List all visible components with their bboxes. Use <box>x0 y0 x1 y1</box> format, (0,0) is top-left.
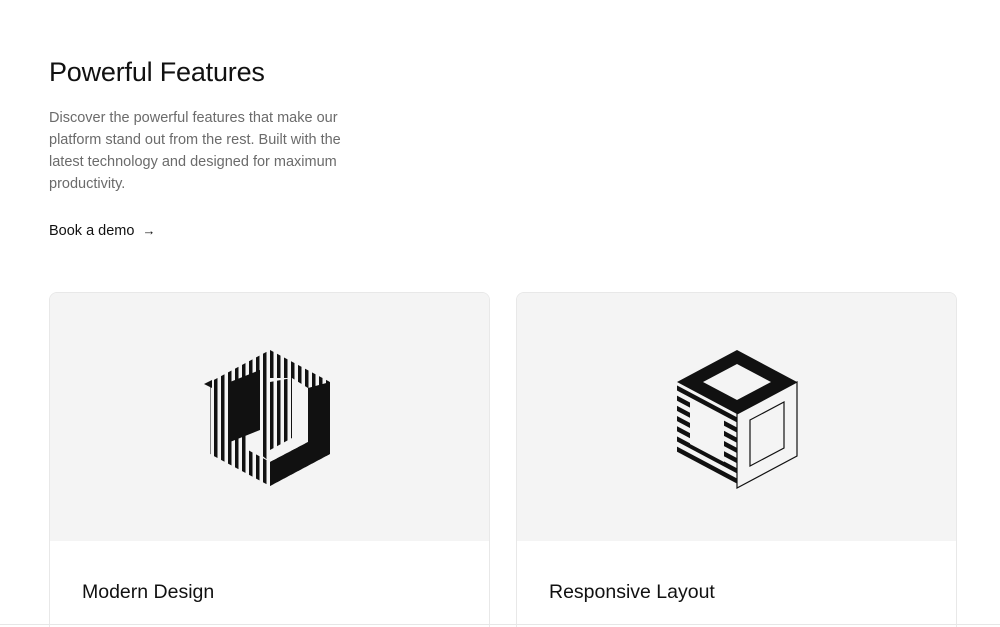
feature-card-modern-design[interactable]: Modern Design <box>49 292 490 627</box>
book-demo-label: Book a demo <box>49 223 135 239</box>
feature-card-responsive-layout[interactable]: Responsive Layout <box>516 292 957 627</box>
isometric-cube-illustration <box>676 350 798 489</box>
book-demo-link[interactable]: Book a demo → <box>49 221 155 241</box>
card-illustration-area <box>517 293 956 541</box>
striped-hexagon-illustration <box>203 350 330 486</box>
card-title: Modern Design <box>82 581 215 603</box>
arrow-right-icon: → <box>142 223 156 238</box>
card-title: Responsive Layout <box>549 581 715 603</box>
section-description: Discover the powerful features that make… <box>49 110 341 192</box>
section-title: Powerful Features <box>49 57 265 87</box>
divider <box>0 624 1000 625</box>
card-illustration-area <box>50 293 489 541</box>
features-page: Powerful Features Discover the powerful … <box>0 0 1000 627</box>
